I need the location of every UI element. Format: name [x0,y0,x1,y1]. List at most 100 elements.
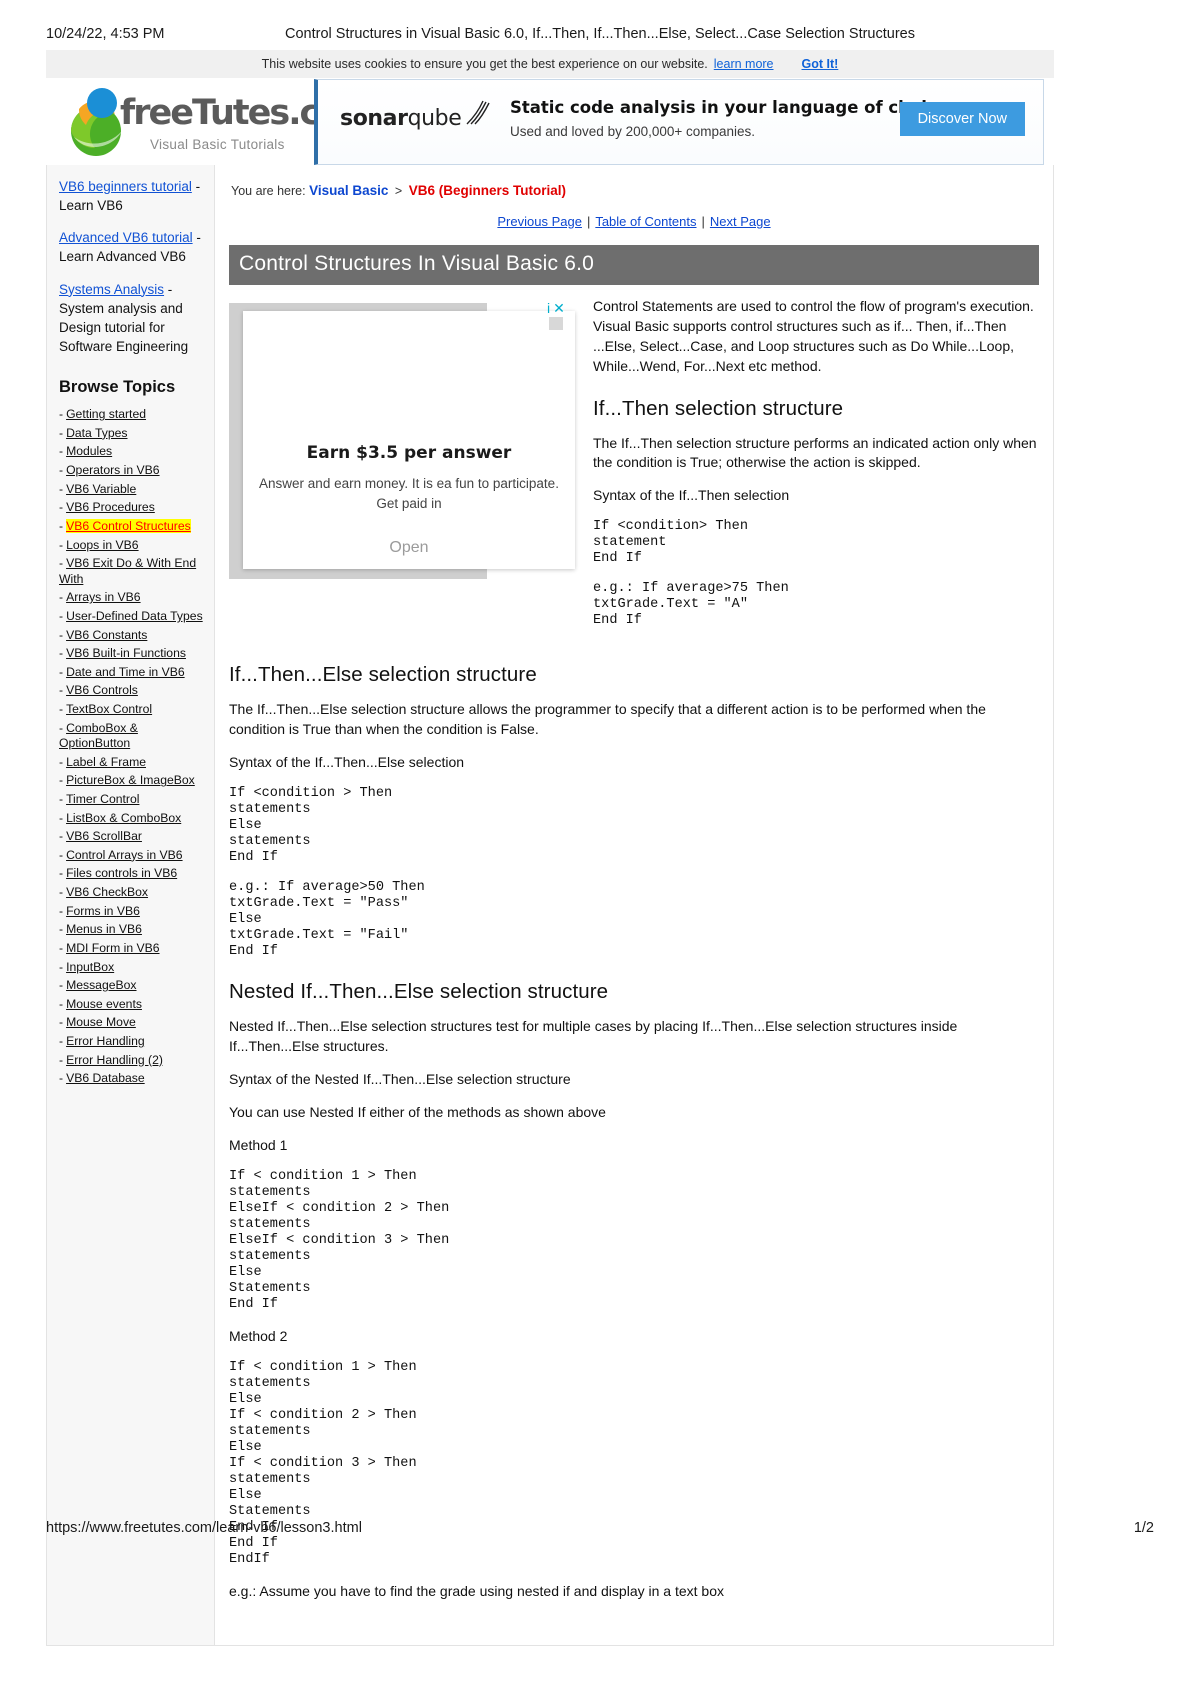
cookie-got-it-button[interactable]: Got It! [802,57,839,71]
topic-link[interactable]: Timer Control [66,792,139,806]
topic-link[interactable]: MessageBox [66,978,136,992]
topic-link[interactable]: Loops in VB6 [66,538,139,552]
topic-list-item[interactable]: - Mouse events [59,997,204,1013]
topic-list-item[interactable]: - Timer Control [59,792,204,808]
topic-link[interactable]: TextBox Control [66,702,152,716]
topic-list-item[interactable]: - VB6 Constants [59,628,204,644]
topic-list-item[interactable]: - Arrays in VB6 [59,590,204,606]
topic-list-item[interactable]: - Data Types [59,426,204,442]
page-container: This website uses cookies to ensure you … [46,50,1054,1647]
topic-link[interactable]: Forms in VB6 [66,904,140,918]
topic-link[interactable]: Menus in VB6 [66,922,142,936]
topic-link[interactable]: VB6 Database [66,1071,145,1085]
topic-list-item[interactable]: - VB6 ScrollBar [59,829,204,845]
topic-list-item[interactable]: - VB6 CheckBox [59,885,204,901]
topic-link[interactable]: VB6 ScrollBar [66,829,142,843]
if-then-example-code: e.g.: If average>75 Then txtGrade.Text =… [593,581,789,629]
topic-list-item[interactable]: - Control Arrays in VB6 [59,848,204,864]
topic-link[interactable]: Mouse Move [66,1015,136,1029]
topic-link[interactable]: Operators in VB6 [66,463,159,477]
topic-list-item[interactable]: - VB6 Procedures [59,500,204,516]
ad-info-icon[interactable]: i [547,301,550,315]
topic-list-item[interactable]: - Forms in VB6 [59,904,204,920]
banner-advertisement[interactable]: sonarqube Static code analysis in your l… [314,79,1044,165]
topic-link[interactable]: VB6 Procedures [66,500,155,514]
sidebar-link-systems-analysis[interactable]: Systems Analysis [59,282,164,297]
topic-link[interactable]: Modules [66,444,112,458]
topic-list-item[interactable]: - ComboBox & OptionButton [59,721,204,752]
topic-list-item[interactable]: - MDI Form in VB6 [59,941,204,957]
topic-list-item[interactable]: - TextBox Control [59,702,204,718]
topic-link[interactable]: Mouse events [66,997,142,1011]
topic-link[interactable]: Files controls in VB6 [66,866,177,880]
topic-link[interactable]: VB6 Variable [66,482,136,496]
topic-list-item[interactable]: - VB6 Exit Do & With End With [59,556,204,587]
topic-bullet: - [59,683,64,698]
inline-advertisement[interactable]: Earn $3.5 per answer Answer and earn mon… [229,297,579,579]
topic-list-item[interactable]: - Menus in VB6 [59,922,204,938]
topic-list-item[interactable]: - Getting started [59,407,204,423]
topic-list-item[interactable]: - Modules [59,444,204,460]
topic-list-item[interactable]: - Files controls in VB6 [59,866,204,882]
previous-page-link[interactable]: Previous Page [497,214,582,229]
print-page-number: 1/2 [1133,1520,1154,1536]
topic-list-item[interactable]: - Error Handling (2) [59,1053,204,1069]
cookie-learn-more-link[interactable]: learn more [714,57,774,71]
topic-link[interactable]: VB6 Constants [66,628,147,642]
topic-bullet: - [59,922,64,937]
topic-bullet: - [59,702,64,716]
topic-link[interactable]: PictureBox & ImageBox [66,773,195,787]
topic-link[interactable]: VB6 CheckBox [66,885,148,899]
topic-bullet: - [59,407,64,422]
topic-link[interactable]: InputBox [66,960,114,974]
cookie-consent-bar: This website uses cookies to ensure you … [46,50,1054,79]
topic-list-item[interactable]: - Label & Frame [59,755,204,771]
topic-link[interactable]: MDI Form in VB6 [66,941,159,955]
topic-link[interactable]: ComboBox & OptionButton [59,721,138,751]
topic-link[interactable]: ListBox & ComboBox [66,811,181,825]
breadcrumb-link-visual-basic[interactable]: Visual Basic [309,183,388,198]
topic-list-item[interactable]: - ListBox & ComboBox [59,811,204,827]
topic-link[interactable]: User-Defined Data Types [66,609,203,623]
topic-list-item[interactable]: - VB6 Variable [59,482,204,498]
topic-link[interactable]: VB6 Controls [66,683,138,697]
topic-link[interactable]: Control Arrays in VB6 [66,848,183,862]
topic-bullet: - [59,959,64,974]
topic-link[interactable]: Data Types [66,426,127,440]
inline-ad-open-link[interactable]: Open [257,539,561,557]
next-page-link[interactable]: Next Page [710,214,771,229]
topic-link[interactable]: VB6 Exit Do & With End With [59,556,196,586]
topic-list-item[interactable]: - InputBox [59,960,204,976]
topic-link[interactable]: Error Handling [66,1034,145,1048]
topic-list-item[interactable]: - Mouse Move [59,1015,204,1031]
print-url: https://www.freetutes.com/learn-vb6/less… [46,1520,362,1536]
topic-list-item[interactable]: - VB6 Control Structures [59,518,204,535]
topic-list-item[interactable]: - VB6 Built-in Functions [59,646,204,662]
topic-list-item[interactable]: - MessageBox [59,978,204,994]
discover-now-button[interactable]: Discover Now [899,102,1025,136]
topic-list-item[interactable]: - User-Defined Data Types [59,609,204,625]
ad-close-icon[interactable]: ✕ [553,301,565,315]
topic-list-item[interactable]: - VB6 Controls [59,683,204,699]
topic-list-item[interactable]: - Operators in VB6 [59,463,204,479]
topic-link[interactable]: Date and Time in VB6 [66,665,185,679]
pager-separator-2: | [701,214,705,229]
topic-bullet: - [59,885,64,900]
topic-list-item[interactable]: - Error Handling [59,1034,204,1050]
topic-list-item[interactable]: - PictureBox & ImageBox [59,773,204,789]
topic-link[interactable]: VB6 Built-in Functions [66,646,186,660]
topic-link[interactable]: Label & Frame [66,755,146,769]
topic-list-item[interactable]: - VB6 Database [59,1071,204,1087]
table-of-contents-link[interactable]: Table of Contents [595,214,696,229]
topic-list-item[interactable]: - Date and Time in VB6 [59,665,204,681]
site-logo[interactable]: freeTutes.com Visual Basic Tutorials [58,79,377,165]
topic-link[interactable]: Arrays in VB6 [66,590,141,604]
topic-list-item[interactable]: - Loops in VB6 [59,538,204,554]
sidebar-link-vb6-beginners[interactable]: VB6 beginners tutorial [59,179,192,194]
sidebar-link-advanced-vb6[interactable]: Advanced VB6 tutorial [59,230,193,245]
topic-link[interactable]: VB6 Control Structures [66,518,191,533]
topic-link[interactable]: Error Handling (2) [66,1053,163,1067]
topic-link[interactable]: Getting started [66,407,146,421]
topic-bullet: - [59,847,64,862]
inline-ad-card[interactable]: Earn $3.5 per answer Answer and earn mon… [243,311,575,569]
